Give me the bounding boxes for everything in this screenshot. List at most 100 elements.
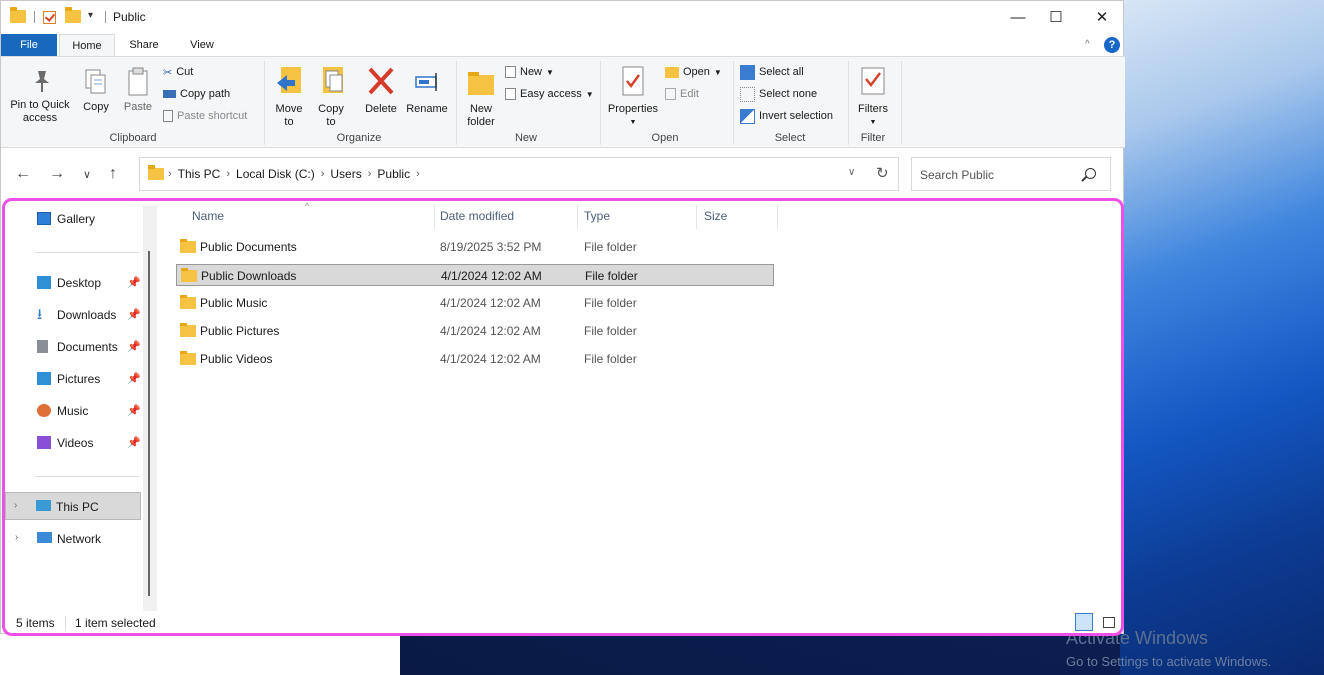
close-button[interactable]: ✕ <box>1079 1 1125 33</box>
table-row[interactable]: Public Videos 4/1/2024 12:02 AM File fol… <box>176 348 774 370</box>
edit-label: Edit <box>680 88 699 100</box>
chevron-right-icon[interactable]: › <box>15 532 18 543</box>
address-bar[interactable]: › This PC › Local Disk (C:) › Users › Pu… <box>139 157 899 191</box>
delete-icon <box>368 67 394 95</box>
nav-item-desktop[interactable]: Desktop 📌 <box>7 269 147 297</box>
select-none-button[interactable]: Select none <box>740 85 817 103</box>
paste-button[interactable]: Paste <box>121 67 155 114</box>
select-all-icon <box>740 64 755 80</box>
select-all-button[interactable]: Select all <box>740 63 804 81</box>
address-dropdown-icon[interactable]: ∨ <box>848 167 855 178</box>
pin-icon[interactable]: 📌 <box>127 372 141 385</box>
delete-button[interactable]: Delete <box>361 65 401 116</box>
properties-quick-icon[interactable] <box>43 11 56 24</box>
chevron-right-icon[interactable]: › <box>321 168 325 180</box>
cut-label: Cut <box>176 66 194 78</box>
up-arrow-icon[interactable]: ↑ <box>109 165 117 183</box>
pin-icon[interactable]: 📌 <box>127 436 141 449</box>
new-folder-quick-icon[interactable] <box>65 7 81 23</box>
nav-item-music[interactable]: Music 📌 <box>7 397 147 425</box>
pin-icon[interactable]: 📌 <box>127 340 141 353</box>
new-folder-button[interactable]: New folder <box>461 65 501 129</box>
refresh-icon[interactable]: ↻ <box>876 164 889 182</box>
pin-icon[interactable]: 📌 <box>127 404 141 417</box>
crumb-local-disk[interactable]: Local Disk (C:) <box>236 167 315 181</box>
large-icons-view-icon[interactable] <box>1099 613 1117 631</box>
pin-icon[interactable]: 📌 <box>127 276 141 289</box>
tab-home[interactable]: Home <box>59 34 115 56</box>
invert-selection-button[interactable]: Invert selection <box>740 107 833 125</box>
move-to-button[interactable]: Move to <box>271 65 307 129</box>
column-header-type[interactable]: Type <box>584 209 610 231</box>
rename-button[interactable]: Rename <box>404 65 450 116</box>
help-icon[interactable]: ? <box>1104 37 1120 53</box>
column-divider[interactable] <box>777 205 778 229</box>
recent-locations-icon[interactable]: ∨ <box>83 168 91 181</box>
easy-access-button[interactable]: Easy access ▼ <box>505 85 594 103</box>
column-header-date[interactable]: Date modified <box>440 209 514 231</box>
column-divider[interactable] <box>577 205 578 229</box>
column-divider[interactable] <box>434 205 435 229</box>
chevron-right-icon[interactable]: › <box>14 500 17 511</box>
nav-item-pictures[interactable]: Pictures 📌 <box>7 365 147 393</box>
pin-to-quick-access-button[interactable]: Pin to Quick access <box>7 69 77 125</box>
edit-button[interactable]: Edit <box>665 85 699 103</box>
search-input[interactable]: Search Public <box>911 157 1111 191</box>
chevron-right-icon[interactable]: › <box>168 168 172 180</box>
paste-shortcut-button[interactable]: Paste shortcut <box>163 107 247 125</box>
move-to-icon <box>277 67 301 93</box>
navigation-row: ← → ∨ ↑ › This PC › Local Disk (C:) › Us… <box>1 157 1125 193</box>
new-item-button[interactable]: New ▼ <box>505 63 554 81</box>
select-none-icon <box>740 86 755 102</box>
easy-access-icon <box>505 88 516 100</box>
new-item-label: New <box>520 66 543 78</box>
file-name: Public Documents <box>200 240 297 254</box>
nav-item-documents[interactable]: Documents 📌 <box>7 333 147 361</box>
group-separator <box>901 61 902 145</box>
table-row[interactable]: Public Pictures 4/1/2024 12:02 AM File f… <box>176 320 774 342</box>
cut-button[interactable]: ✂ Cut <box>163 63 193 81</box>
folder-icon <box>181 268 197 282</box>
pin-icon[interactable]: 📌 <box>127 308 141 321</box>
details-view-icon[interactable] <box>1075 613 1093 631</box>
nav-item-videos[interactable]: Videos 📌 <box>7 429 147 457</box>
ribbon-tabs: File Home Share View <box>1 34 1125 56</box>
nav-item-downloads[interactable]: ⭳ Downloads 📌 <box>7 301 147 329</box>
sort-ascending-icon: ^ <box>305 201 310 211</box>
filters-button[interactable]: Filters ▼ <box>853 65 893 129</box>
table-row[interactable]: Public Music 4/1/2024 12:02 AM File fold… <box>176 292 774 314</box>
tab-file[interactable]: File <box>1 34 57 56</box>
open-button[interactable]: Open ▼ <box>665 63 722 81</box>
tab-share[interactable]: Share <box>119 34 169 56</box>
search-icon[interactable] <box>1085 168 1096 179</box>
column-header-name[interactable]: Name <box>192 209 224 231</box>
chevron-right-icon[interactable]: › <box>226 168 230 180</box>
table-row[interactable]: Public Downloads 4/1/2024 12:02 AM File … <box>176 264 774 286</box>
nav-item-gallery[interactable]: Gallery <box>7 205 147 233</box>
copy-path-button[interactable]: Copy path <box>163 85 230 103</box>
column-divider[interactable] <box>696 205 697 229</box>
copy-to-icon <box>323 67 343 93</box>
crumb-users[interactable]: Users <box>330 167 361 181</box>
collapse-ribbon-icon[interactable]: ^ <box>1085 39 1095 50</box>
divider <box>35 476 139 477</box>
crumb-public[interactable]: Public <box>377 167 410 181</box>
chevron-right-icon[interactable]: › <box>368 168 372 180</box>
tab-view[interactable]: View <box>177 34 227 56</box>
nav-item-this-pc[interactable]: › This PC <box>5 492 141 520</box>
column-header-size[interactable]: Size <box>704 209 727 231</box>
nav-item-network[interactable]: › Network <box>7 525 147 553</box>
copy-to-button[interactable]: Copy to <box>313 65 349 129</box>
chevron-right-icon[interactable]: › <box>416 168 420 180</box>
maximize-button[interactable]: ☐ <box>1033 1 1079 33</box>
table-row[interactable]: Public Documents 8/19/2025 3:52 PM File … <box>176 236 774 258</box>
back-arrow-icon[interactable]: ← <box>15 165 31 183</box>
edit-icon <box>665 88 676 100</box>
window-title: Public <box>113 10 146 24</box>
copy-button[interactable]: Copy <box>79 67 113 114</box>
properties-button[interactable]: Properties ▼ <box>605 65 661 129</box>
forward-arrow-icon[interactable]: → <box>49 165 65 183</box>
file-date: 8/19/2025 3:52 PM <box>440 240 542 254</box>
customize-toolbar-icon[interactable]: ▾ <box>88 10 93 21</box>
crumb-this-pc[interactable]: This PC <box>178 167 221 181</box>
